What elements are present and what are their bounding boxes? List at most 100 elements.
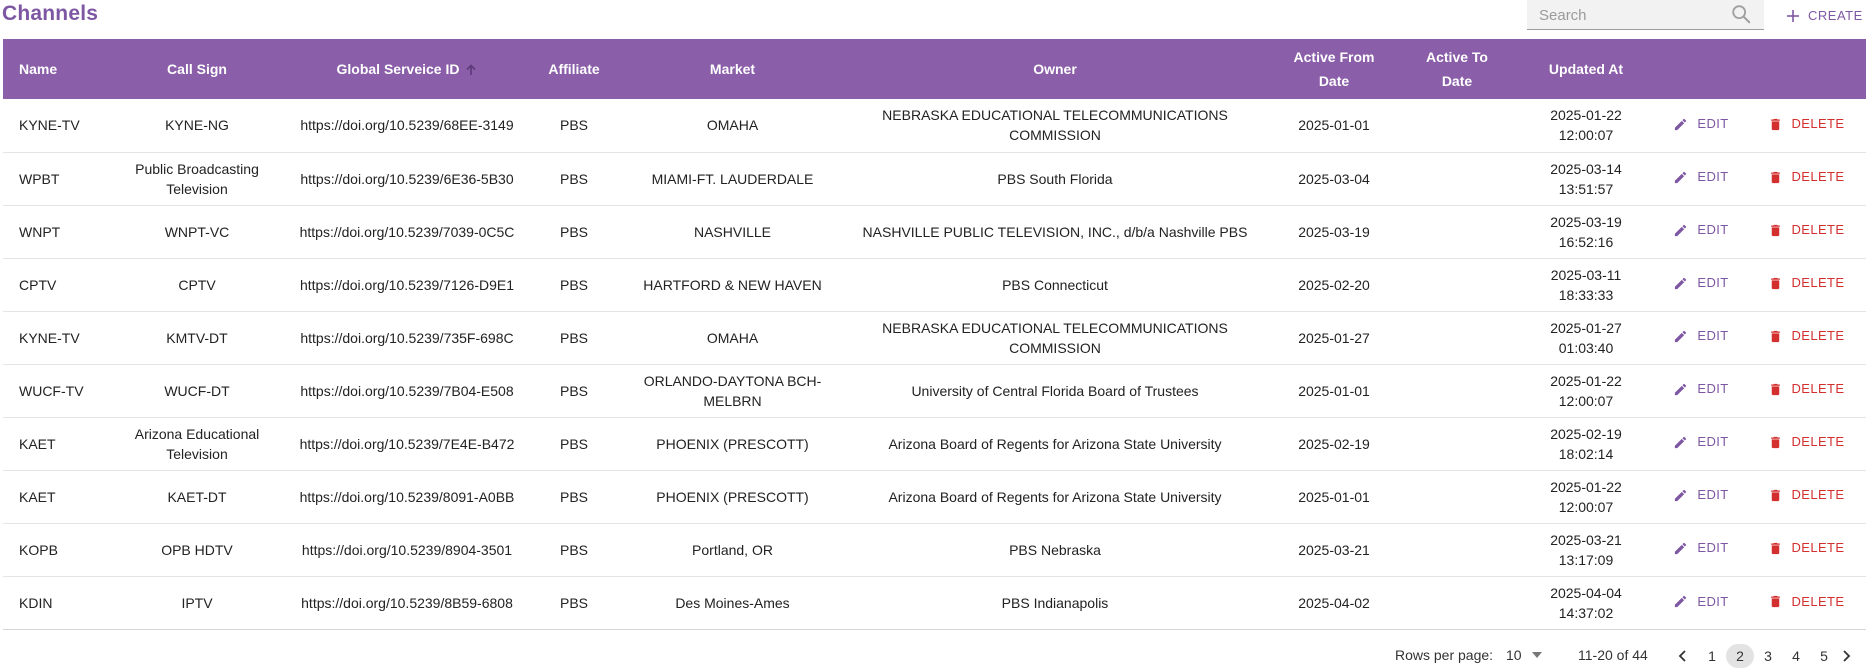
cell-name-text: WUCF-TV — [19, 382, 84, 399]
cell-global-service-id: https://doi.org/10.5239/735F-698C — [291, 311, 523, 364]
edit-button[interactable]: EDIT — [1673, 326, 1728, 346]
updated-date: 2025-01-22 — [1550, 372, 1622, 389]
trash-icon — [1770, 118, 1780, 130]
column-header-label: Name — [19, 61, 58, 77]
cell-global-service-id: https://doi.org/10.5239/8091-A0BB — [291, 470, 523, 523]
cell-affiliate: PBS — [523, 311, 625, 364]
cell-owner-text: PBS Nebraska — [1009, 541, 1101, 558]
edit-button[interactable]: EDIT — [1673, 432, 1728, 452]
rows-per-page-label: Rows per page: — [1395, 647, 1494, 663]
column-header-label: Active From — [1293, 49, 1375, 65]
updated-date: 2025-03-21 — [1550, 531, 1622, 548]
column-header-global-service-id[interactable]: Global Serveice ID — [291, 39, 523, 99]
delete-button-label: DELETE — [1791, 540, 1845, 556]
page-button-4[interactable]: 4 — [1782, 644, 1810, 668]
delete-button[interactable]: DELETE — [1768, 485, 1845, 505]
delete-button[interactable]: DELETE — [1768, 326, 1845, 346]
cell-delete: DELETE — [1746, 258, 1866, 311]
delete-button-label: DELETE — [1791, 381, 1845, 397]
cell-name-text: WPBT — [19, 170, 60, 187]
cell-call-sign-text: WNPT-VC — [164, 223, 230, 240]
cell-active-from: 2025-02-20 — [1270, 258, 1398, 311]
cell-market-text: NASHVILLE — [693, 223, 772, 240]
cell-global-service-id-text: https://doi.org/10.5239/7126-D9E1 — [299, 276, 515, 293]
edit-button[interactable]: EDIT — [1673, 592, 1728, 612]
table-row: CPTV CPTV https://doi.org/10.5239/7126-D9E… — [3, 258, 1866, 311]
cell-name: KYNE-TV — [3, 311, 103, 364]
cell-active-from: 2025-03-19 — [1270, 205, 1398, 258]
cell-market-text: OMAHA — [706, 117, 759, 134]
search-input[interactable] — [1537, 2, 1731, 28]
delete-button[interactable]: DELETE — [1768, 273, 1845, 293]
search-icon[interactable] — [1730, 3, 1752, 25]
cell-owner-text: NASHVILLE PUBLIC TELEVISION, INC., d/b/a… — [862, 223, 1248, 240]
next-page-button[interactable] — [1838, 644, 1854, 668]
trash-icon — [1770, 489, 1780, 501]
cell-edit: EDIT — [1656, 364, 1746, 417]
table-row: WPBT Public Broadcasting Television https:… — [3, 152, 1866, 205]
cell-market: MIAMI-FT. LAUDERDALE — [625, 152, 840, 205]
column-header-label: Market — [709, 61, 756, 77]
edit-button[interactable]: EDIT — [1673, 273, 1728, 293]
edit-button[interactable]: EDIT — [1673, 167, 1728, 187]
cell-active-from-text: 2025-02-20 — [1298, 276, 1370, 293]
edit-button[interactable]: EDIT — [1673, 485, 1728, 505]
cell-active-from-text: 2025-03-21 — [1298, 541, 1370, 558]
cell-name-text: CPTV — [19, 276, 57, 293]
updated-time: 12:00:07 — [1558, 392, 1614, 409]
create-button[interactable]: CREATE — [1786, 8, 1863, 23]
page-button-2[interactable]: 2 — [1726, 644, 1754, 668]
cell-call-sign: IPTV — [103, 576, 291, 629]
page-range-text: 11-20 of 44 — [1578, 647, 1648, 663]
cell-owner-text: University of Central Florida Board of T… — [911, 382, 1199, 399]
page-button-5[interactable]: 5 — [1810, 644, 1838, 668]
delete-button[interactable]: DELETE — [1768, 592, 1845, 612]
cell-name-text: KYNE-TV — [19, 329, 80, 346]
cell-updated-at: 2025-01-22 12:00:07 — [1516, 364, 1656, 417]
cell-affiliate: PBS — [523, 576, 625, 629]
column-header-active-from-date: Active From Date — [1270, 39, 1398, 99]
updated-date: 2025-03-14 — [1550, 160, 1622, 177]
delete-button[interactable]: DELETE — [1768, 379, 1845, 399]
column-header-label: Date — [1441, 73, 1473, 89]
updated-time: 12:00:07 — [1558, 127, 1614, 144]
arrow-up-icon[interactable] — [465, 64, 477, 76]
cell-owner: Arizona Board of Regents for Arizona Sta… — [840, 417, 1270, 470]
cell-active-from-text: 2025-04-02 — [1298, 594, 1370, 611]
rows-per-page-select[interactable]: 10 — [1506, 647, 1542, 663]
cell-affiliate-text: PBS — [559, 117, 588, 134]
cell-global-service-id-text: https://doi.org/10.5239/8091-A0BB — [299, 488, 515, 505]
delete-button-label: DELETE — [1791, 434, 1845, 450]
delete-button[interactable]: DELETE — [1768, 220, 1845, 240]
page-button-3[interactable]: 3 — [1754, 644, 1782, 668]
cell-affiliate: PBS — [523, 152, 625, 205]
plus-icon — [1787, 9, 1799, 22]
cell-market: OMAHA — [625, 99, 840, 152]
cell-call-sign-text: IPTV — [181, 594, 213, 611]
edit-button[interactable]: EDIT — [1673, 538, 1728, 558]
table-row: WNPT WNPT-VC https://doi.org/10.5239/7039-… — [3, 205, 1866, 258]
chevron-left-icon — [1678, 650, 1686, 662]
table-row: WUCF-TV WUCF-DT https://doi.org/10.5239/7B… — [3, 364, 1866, 417]
delete-button[interactable]: DELETE — [1768, 432, 1845, 452]
cell-edit: EDIT — [1656, 470, 1746, 523]
edit-button[interactable]: EDIT — [1673, 220, 1728, 240]
trash-icon — [1770, 383, 1780, 395]
delete-button[interactable]: DELETE — [1768, 167, 1845, 187]
delete-button[interactable]: DELETE — [1768, 114, 1845, 134]
column-header-name: Name — [3, 39, 103, 99]
delete-button[interactable]: DELETE — [1768, 538, 1845, 558]
cell-updated-at: 2025-04-04 14:37:02 — [1516, 576, 1656, 629]
page-button-1[interactable]: 1 — [1698, 644, 1726, 668]
cell-call-sign: KAET-DT — [103, 470, 291, 523]
pencil-icon — [1675, 383, 1687, 395]
search-box[interactable] — [1527, 0, 1764, 30]
previous-page-button[interactable] — [1674, 644, 1690, 668]
cell-owner-text: PBS Connecticut — [1002, 276, 1108, 293]
cell-updated-at: 2025-03-21 13:17:09 — [1516, 523, 1656, 576]
edit-button[interactable]: EDIT — [1673, 114, 1728, 134]
edit-button[interactable]: EDIT — [1673, 379, 1728, 399]
cell-name-text: KAET — [19, 435, 56, 452]
column-header-label: Owner — [1033, 61, 1077, 77]
edit-button-label: EDIT — [1697, 116, 1729, 131]
